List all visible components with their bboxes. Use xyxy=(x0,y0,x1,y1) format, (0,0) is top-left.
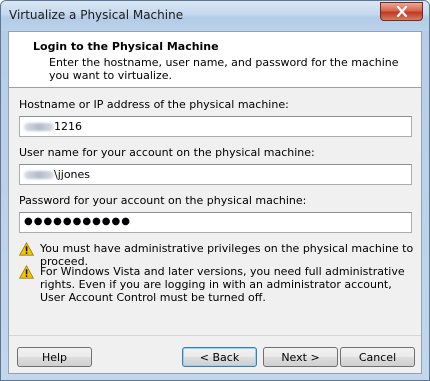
cancel-button[interactable]: Cancel xyxy=(340,347,415,367)
hostname-label: Hostname or IP address of the physical m… xyxy=(19,98,289,111)
next-button[interactable]: Next > xyxy=(263,347,338,367)
button-divider xyxy=(9,335,421,336)
wizard-window: Virtualize a Physical Machine Login to t… xyxy=(0,0,430,381)
wizard-header: Login to the Physical Machine Enter the … xyxy=(9,32,421,88)
hostname-input[interactable]: 1216 xyxy=(19,116,412,137)
back-button[interactable]: < Back xyxy=(182,347,257,367)
page-description: Enter the hostname, user name, and passw… xyxy=(49,56,399,82)
dialog-body: Login to the Physical Machine Enter the … xyxy=(8,31,422,374)
help-button[interactable]: Help xyxy=(17,347,92,367)
warning-text: For Windows Vista and later versions, yo… xyxy=(40,265,405,304)
hostname-value: 1216 xyxy=(54,120,82,133)
window-title: Virtualize a Physical Machine xyxy=(9,8,184,22)
username-input[interactable]: \jjones xyxy=(19,164,412,185)
close-icon xyxy=(396,6,407,17)
username-label: User name for your account on the physic… xyxy=(19,146,315,159)
hostname-label-text: Hostname or IP address of the physical m… xyxy=(19,98,289,111)
close-button[interactable] xyxy=(380,2,423,21)
username-label-text: User name for your account on the physic… xyxy=(19,146,315,159)
username-value: \jjones xyxy=(54,168,91,181)
password-label: Password for your account on the physica… xyxy=(19,194,306,207)
password-input[interactable]: ●●●●●●●●●●● xyxy=(19,212,412,233)
warning-icon xyxy=(19,242,34,256)
password-label-text: Password for your account on the physica… xyxy=(19,194,307,207)
password-value: ●●●●●●●●●●● xyxy=(24,216,131,227)
warning-icon xyxy=(19,265,34,279)
redacted-text xyxy=(24,123,54,131)
redacted-text xyxy=(24,171,54,179)
warning-uac: For Windows Vista and later versions, yo… xyxy=(19,265,414,304)
page-title: Login to the Physical Machine xyxy=(33,40,219,53)
title-bar[interactable]: Virtualize a Physical Machine xyxy=(1,1,429,31)
